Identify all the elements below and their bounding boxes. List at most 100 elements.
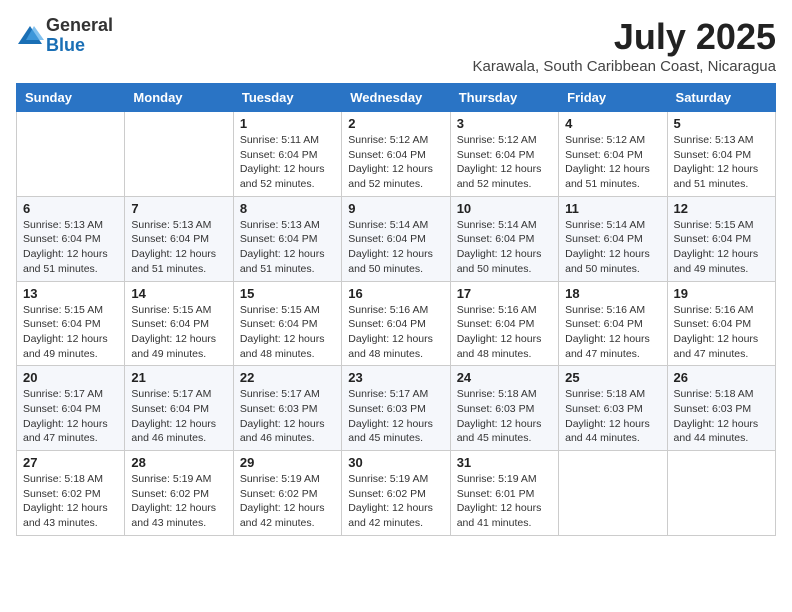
calendar-cell: 25Sunrise: 5:18 AMSunset: 6:03 PMDayligh… xyxy=(559,366,667,451)
calendar-cell: 23 Sunrise: 5:17 AMSunset: 6:03 PMDayligh… xyxy=(342,366,450,451)
day-number: 27 xyxy=(23,455,118,470)
calendar-week-row: 20Sunrise: 5:17 AMSunset: 6:04 PMDayligh… xyxy=(17,366,776,451)
weekday-header: Sunday xyxy=(17,84,125,112)
day-number: 3 xyxy=(457,116,552,131)
day-info: Sunrise: 5:13 AMSunset: 6:04 PMDaylight:… xyxy=(674,133,769,192)
day-number: 21 xyxy=(131,370,226,385)
weekday-header: Tuesday xyxy=(233,84,341,112)
calendar-cell: 28 Sunrise: 5:19 AMSunset: 6:02 PMDayligh… xyxy=(125,451,233,536)
calendar-cell: 27 Sunrise: 5:18 AMSunset: 6:02 PMDayligh… xyxy=(17,451,125,536)
day-info: Sunrise: 5:15 AMSunset: 6:04 PMDaylight:… xyxy=(23,303,118,362)
day-info: Sunrise: 5:18 AMSunset: 6:02 PMDaylight:… xyxy=(23,472,118,531)
day-number: 2 xyxy=(348,116,443,131)
calendar-cell: 20Sunrise: 5:17 AMSunset: 6:04 PMDayligh… xyxy=(17,366,125,451)
day-info: Sunrise: 5:12 AMSunset: 6:04 PMDaylight:… xyxy=(348,133,443,192)
day-info: Sunrise: 5:12 AMSunset: 6:04 PMDaylight:… xyxy=(457,133,552,192)
day-info: Sunrise: 5:19 AMSunset: 6:02 PMDaylight:… xyxy=(131,472,226,531)
day-info: Sunrise: 5:19 AMSunset: 6:02 PMDaylight:… xyxy=(240,472,335,531)
calendar-cell: 10Sunrise: 5:14 AMSunset: 6:04 PMDayligh… xyxy=(450,196,558,281)
calendar-cell: 14Sunrise: 5:15 AMSunset: 6:04 PMDayligh… xyxy=(125,281,233,366)
day-number: 23 xyxy=(348,370,443,385)
calendar-cell: 5 Sunrise: 5:13 AMSunset: 6:04 PMDaylight… xyxy=(667,112,775,197)
calendar-cell: 19 Sunrise: 5:16 AMSunset: 6:04 PMDayligh… xyxy=(667,281,775,366)
calendar-cell xyxy=(125,112,233,197)
day-number: 28 xyxy=(131,455,226,470)
calendar-header-row: SundayMondayTuesdayWednesdayThursdayFrid… xyxy=(17,84,776,112)
day-info: Sunrise: 5:17 AMSunset: 6:03 PMDaylight:… xyxy=(240,387,335,446)
calendar-cell: 17 Sunrise: 5:16 AMSunset: 6:04 PMDayligh… xyxy=(450,281,558,366)
day-number: 24 xyxy=(457,370,552,385)
calendar-week-row: 13Sunrise: 5:15 AMSunset: 6:04 PMDayligh… xyxy=(17,281,776,366)
calendar-cell: 29 Sunrise: 5:19 AMSunset: 6:02 PMDayligh… xyxy=(233,451,341,536)
day-info: Sunrise: 5:12 AMSunset: 6:04 PMDaylight:… xyxy=(565,133,660,192)
calendar-cell: 30 Sunrise: 5:19 AMSunset: 6:02 PMDayligh… xyxy=(342,451,450,536)
calendar-cell: 3 Sunrise: 5:12 AMSunset: 6:04 PMDaylight… xyxy=(450,112,558,197)
day-number: 9 xyxy=(348,201,443,216)
location-subtitle: Karawala, South Caribbean Coast, Nicarag… xyxy=(472,58,776,75)
day-number: 6 xyxy=(23,201,118,216)
weekday-header: Saturday xyxy=(667,84,775,112)
calendar-cell: 2 Sunrise: 5:12 AMSunset: 6:04 PMDaylight… xyxy=(342,112,450,197)
calendar-cell: 31Sunrise: 5:19 AMSunset: 6:01 PMDayligh… xyxy=(450,451,558,536)
day-info: Sunrise: 5:18 AMSunset: 6:03 PMDaylight:… xyxy=(674,387,769,446)
day-info: Sunrise: 5:16 AMSunset: 6:04 PMDaylight:… xyxy=(348,303,443,362)
day-number: 5 xyxy=(674,116,769,131)
day-info: Sunrise: 5:15 AMSunset: 6:04 PMDaylight:… xyxy=(674,218,769,277)
calendar-cell: 13Sunrise: 5:15 AMSunset: 6:04 PMDayligh… xyxy=(17,281,125,366)
day-number: 12 xyxy=(674,201,769,216)
calendar-week-row: 1Sunrise: 5:11 AMSunset: 6:04 PMDaylight… xyxy=(17,112,776,197)
logo-icon xyxy=(16,22,44,50)
day-number: 30 xyxy=(348,455,443,470)
calendar-cell: 6 Sunrise: 5:13 AMSunset: 6:04 PMDaylight… xyxy=(17,196,125,281)
page-header: General Blue July 2025 Karawala, South C… xyxy=(16,16,776,75)
day-info: Sunrise: 5:16 AMSunset: 6:04 PMDaylight:… xyxy=(565,303,660,362)
month-title: July 2025 xyxy=(472,16,776,58)
day-info: Sunrise: 5:14 AMSunset: 6:04 PMDaylight:… xyxy=(457,218,552,277)
day-info: Sunrise: 5:16 AMSunset: 6:04 PMDaylight:… xyxy=(674,303,769,362)
calendar-cell: 12 Sunrise: 5:15 AMSunset: 6:04 PMDayligh… xyxy=(667,196,775,281)
calendar-cell: 15Sunrise: 5:15 AMSunset: 6:04 PMDayligh… xyxy=(233,281,341,366)
day-number: 11 xyxy=(565,201,660,216)
day-number: 19 xyxy=(674,286,769,301)
logo-text: General Blue xyxy=(46,16,113,56)
day-info: Sunrise: 5:13 AMSunset: 6:04 PMDaylight:… xyxy=(23,218,118,277)
calendar-cell: 16 Sunrise: 5:16 AMSunset: 6:04 PMDayligh… xyxy=(342,281,450,366)
calendar-cell: 24 Sunrise: 5:18 AMSunset: 6:03 PMDayligh… xyxy=(450,366,558,451)
day-info: Sunrise: 5:14 AMSunset: 6:04 PMDaylight:… xyxy=(565,218,660,277)
day-info: Sunrise: 5:16 AMSunset: 6:04 PMDaylight:… xyxy=(457,303,552,362)
calendar-week-row: 27 Sunrise: 5:18 AMSunset: 6:02 PMDayligh… xyxy=(17,451,776,536)
weekday-header: Wednesday xyxy=(342,84,450,112)
day-info: Sunrise: 5:17 AMSunset: 6:04 PMDaylight:… xyxy=(131,387,226,446)
calendar-cell: 11 Sunrise: 5:14 AMSunset: 6:04 PMDayligh… xyxy=(559,196,667,281)
day-info: Sunrise: 5:14 AMSunset: 6:04 PMDaylight:… xyxy=(348,218,443,277)
day-info: Sunrise: 5:18 AMSunset: 6:03 PMDaylight:… xyxy=(457,387,552,446)
calendar-cell: 8Sunrise: 5:13 AMSunset: 6:04 PMDaylight… xyxy=(233,196,341,281)
day-number: 29 xyxy=(240,455,335,470)
day-info: Sunrise: 5:13 AMSunset: 6:04 PMDaylight:… xyxy=(131,218,226,277)
day-info: Sunrise: 5:15 AMSunset: 6:04 PMDaylight:… xyxy=(131,303,226,362)
calendar-cell: 7 Sunrise: 5:13 AMSunset: 6:04 PMDaylight… xyxy=(125,196,233,281)
day-info: Sunrise: 5:15 AMSunset: 6:04 PMDaylight:… xyxy=(240,303,335,362)
day-number: 25 xyxy=(565,370,660,385)
day-info: Sunrise: 5:19 AMSunset: 6:02 PMDaylight:… xyxy=(348,472,443,531)
weekday-header: Monday xyxy=(125,84,233,112)
day-info: Sunrise: 5:17 AMSunset: 6:04 PMDaylight:… xyxy=(23,387,118,446)
calendar-cell: 18 Sunrise: 5:16 AMSunset: 6:04 PMDayligh… xyxy=(559,281,667,366)
day-number: 7 xyxy=(131,201,226,216)
weekday-header: Friday xyxy=(559,84,667,112)
day-number: 26 xyxy=(674,370,769,385)
weekday-header: Thursday xyxy=(450,84,558,112)
calendar-cell: 22Sunrise: 5:17 AMSunset: 6:03 PMDayligh… xyxy=(233,366,341,451)
calendar-cell: 26 Sunrise: 5:18 AMSunset: 6:03 PMDayligh… xyxy=(667,366,775,451)
calendar-cell xyxy=(667,451,775,536)
day-number: 16 xyxy=(348,286,443,301)
day-info: Sunrise: 5:19 AMSunset: 6:01 PMDaylight:… xyxy=(457,472,552,531)
day-number: 17 xyxy=(457,286,552,301)
day-info: Sunrise: 5:13 AMSunset: 6:04 PMDaylight:… xyxy=(240,218,335,277)
logo: General Blue xyxy=(16,16,113,56)
day-number: 18 xyxy=(565,286,660,301)
calendar-week-row: 6 Sunrise: 5:13 AMSunset: 6:04 PMDaylight… xyxy=(17,196,776,281)
day-info: Sunrise: 5:17 AMSunset: 6:03 PMDaylight:… xyxy=(348,387,443,446)
logo-general-text: General xyxy=(46,16,113,36)
calendar-table: SundayMondayTuesdayWednesdayThursdayFrid… xyxy=(16,83,776,536)
